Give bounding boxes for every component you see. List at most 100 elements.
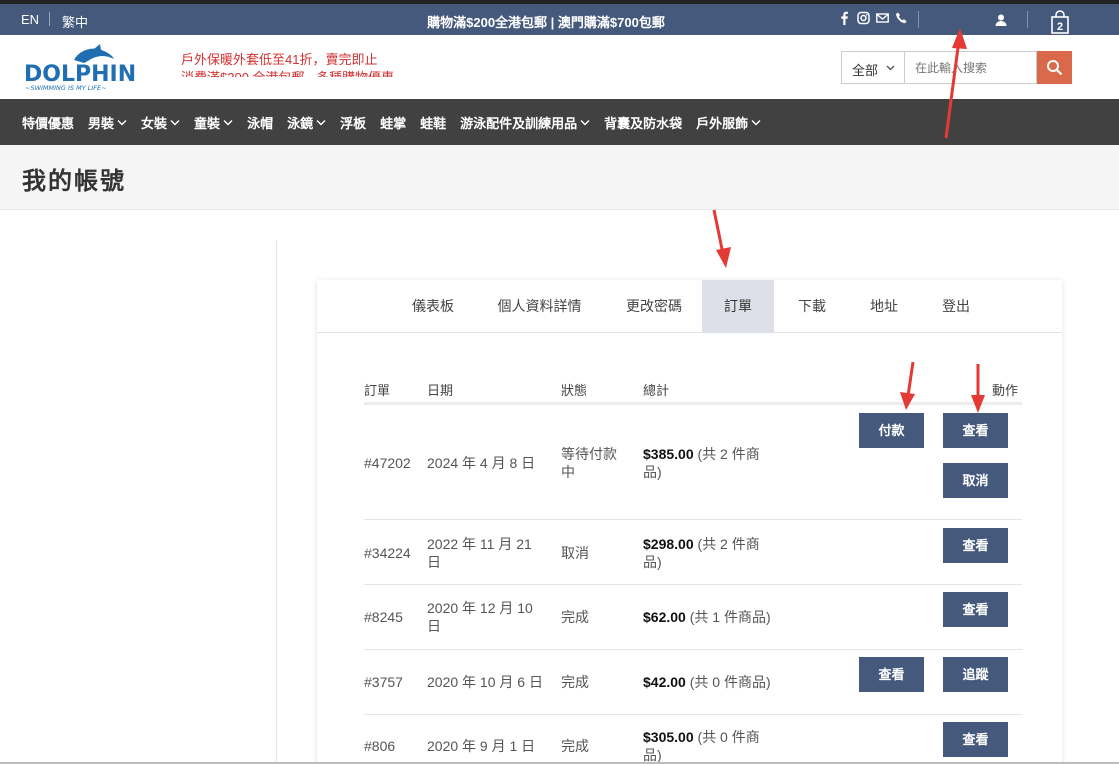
row-divider — [364, 649, 1022, 650]
row-divider — [364, 519, 1022, 520]
orders-header-divider — [364, 402, 1022, 405]
nav-item-label: 蛙鞋 — [420, 115, 447, 131]
account-panel: 儀表板 個人資料詳情 更改密碼 訂單 下載 地址 登出 訂單 日期 狀態 總計 … — [317, 280, 1062, 764]
view-order-button[interactable]: 查看 — [943, 413, 1008, 448]
tab-addresses[interactable]: 地址 — [854, 280, 914, 333]
pay-button[interactable]: 付款 — [859, 413, 924, 448]
order-amount: $42.00 — [643, 674, 686, 690]
dolphin-logo[interactable]: DOLPHIN ~SWIMMING IS MY LIFE~ — [22, 43, 152, 93]
order-amount: $62.00 — [643, 609, 686, 625]
tab-orders[interactable]: 訂單 — [702, 280, 774, 333]
order-status: 完成 — [561, 674, 589, 690]
nav-item-label: 童裝 — [194, 115, 221, 131]
annotation-arrow-orders-tab — [712, 209, 731, 268]
order-date: 2022 年 11 月 21 日 — [427, 536, 532, 570]
email-icon[interactable] — [876, 11, 889, 25]
row-divider — [364, 714, 1022, 715]
nav-item-paddles[interactable]: 蛙掌 — [380, 113, 406, 132]
search-input[interactable] — [905, 51, 1037, 84]
nav-item-label: 泳帽 — [247, 115, 274, 131]
view-order-button[interactable]: 查看 — [859, 657, 924, 692]
order-date: 2020 年 12 月 10 日 — [427, 600, 533, 634]
nav-item-kickboards[interactable]: 浮板 — [340, 113, 366, 132]
chevron-down-icon — [223, 119, 233, 125]
chevron-down-icon — [316, 119, 326, 125]
order-status: 取消 — [561, 545, 589, 561]
cart-count: 2 — [1057, 21, 1063, 33]
nav-item-bags[interactable]: 背囊及防水袋 — [604, 113, 682, 132]
order-date: 2020 年 9 月 1 日 — [427, 738, 536, 754]
nav-item-women[interactable]: 女裝 — [141, 113, 180, 132]
row-divider — [364, 584, 1022, 585]
order-total: $42.00 (共 0 件商品) — [643, 673, 813, 691]
order-status: 完成 — [561, 609, 589, 625]
cancel-order-button[interactable]: 取消 — [943, 463, 1008, 498]
main-navigation: 特價優惠 男裝 女裝 童裝 泳帽 泳鏡 浮板 蛙掌 蛙鞋 游泳配件及訓練用品 背… — [0, 99, 1119, 145]
user-account-icon[interactable] — [994, 13, 1008, 27]
order-total: $385.00 (共 2 件商品) — [643, 445, 773, 481]
nav-item-label: 游泳配件及訓練用品 — [460, 115, 578, 131]
tab-profile-details[interactable]: 個人資料詳情 — [487, 280, 592, 333]
search-category-select[interactable]: 全部 — [841, 51, 905, 84]
page-title: 我的帳號 — [22, 168, 126, 195]
phone-icon[interactable] — [895, 11, 908, 25]
tab-logout[interactable]: 登出 — [926, 280, 986, 333]
tab-dashboard[interactable]: 儀表板 — [397, 280, 469, 333]
orders-header-date: 日期 — [427, 383, 454, 398]
nav-item-label: 男裝 — [88, 115, 115, 131]
promo-banner: 購物滿$200全港包郵 | 澳門購滿$700包郵 — [427, 15, 665, 30]
view-order-button[interactable]: 查看 — [943, 528, 1008, 563]
order-number[interactable]: #806 — [364, 737, 395, 755]
order-amount: $385.00 — [643, 446, 694, 462]
order-status: 等待付款中 — [561, 446, 617, 480]
order-number[interactable]: #34224 — [364, 544, 411, 562]
nav-item-goggles[interactable]: 泳鏡 — [287, 113, 326, 132]
order-number[interactable]: #47202 — [364, 454, 411, 472]
nav-item-fins[interactable]: 蛙鞋 — [420, 113, 446, 132]
orders-header-total: 總計 — [643, 383, 670, 398]
page-title-bar: 我的帳號 — [0, 145, 1119, 210]
nav-item-outdoor[interactable]: 戶外服飾 — [696, 113, 761, 132]
nav-item-label: 背囊及防水袋 — [604, 115, 683, 131]
nav-item-men[interactable]: 男裝 — [88, 113, 127, 132]
cart-icon[interactable]: 2 — [1049, 9, 1071, 35]
ticker-message-1: 戶外保暖外套低至41折，賣完即止 — [181, 52, 378, 67]
order-date: 2020 年 10 月 6 日 — [427, 674, 543, 690]
nav-item-sale[interactable]: 特價優惠 — [22, 113, 74, 132]
nav-item-label: 浮板 — [340, 115, 367, 131]
topbar-divider — [1027, 11, 1028, 28]
order-number[interactable]: #3757 — [364, 673, 403, 691]
chevron-down-icon — [580, 119, 590, 125]
nav-item-accessories[interactable]: 游泳配件及訓練用品 — [460, 113, 590, 132]
orders-header-order: 訂單 — [364, 383, 391, 398]
top-bar: EN 繁中 購物滿$200全港包郵 | 澳門購滿$700包郵 2 — [0, 4, 1119, 35]
tab-downloads[interactable]: 下載 — [782, 280, 842, 333]
account-tabs: 儀表板 個人資料詳情 更改密碼 訂單 下載 地址 登出 — [317, 280, 1062, 333]
nav-item-label: 戶外服飾 — [696, 115, 749, 131]
view-order-button[interactable]: 查看 — [943, 592, 1008, 627]
chevron-down-icon — [117, 119, 127, 125]
order-item-count: (共 0 件商品) — [685, 674, 771, 690]
facebook-icon[interactable] — [838, 11, 851, 25]
track-order-button[interactable]: 追蹤 — [943, 657, 1008, 692]
orders-header-actions: 動作 — [992, 383, 1019, 398]
chevron-down-icon — [751, 119, 761, 125]
order-total: $298.00 (共 2 件商品) — [643, 535, 773, 571]
order-total: $305.00 (共 0 件商品) — [643, 728, 773, 764]
search-button[interactable] — [1037, 51, 1072, 84]
chevron-down-icon — [170, 119, 180, 125]
nav-item-kids[interactable]: 童裝 — [194, 113, 233, 132]
search-icon — [1047, 60, 1063, 76]
order-number[interactable]: #8245 — [364, 608, 403, 626]
promo-ticker[interactable]: 戶外保暖外套低至41折，賣完即止 消費滿$200 全港包郵 · 多種購物優惠 — [181, 51, 431, 77]
topbar-divider — [918, 11, 919, 28]
view-order-button[interactable]: 查看 — [943, 722, 1008, 757]
search-category-value: 全部 — [852, 63, 879, 78]
tab-change-password[interactable]: 更改密碼 — [614, 280, 694, 333]
nav-item-label: 泳鏡 — [287, 115, 314, 131]
order-amount: $298.00 — [643, 536, 694, 552]
social-links — [838, 11, 908, 25]
nav-item-swim-caps[interactable]: 泳帽 — [247, 113, 273, 132]
instagram-icon[interactable] — [857, 11, 870, 25]
nav-item-label: 特價優惠 — [22, 115, 75, 131]
